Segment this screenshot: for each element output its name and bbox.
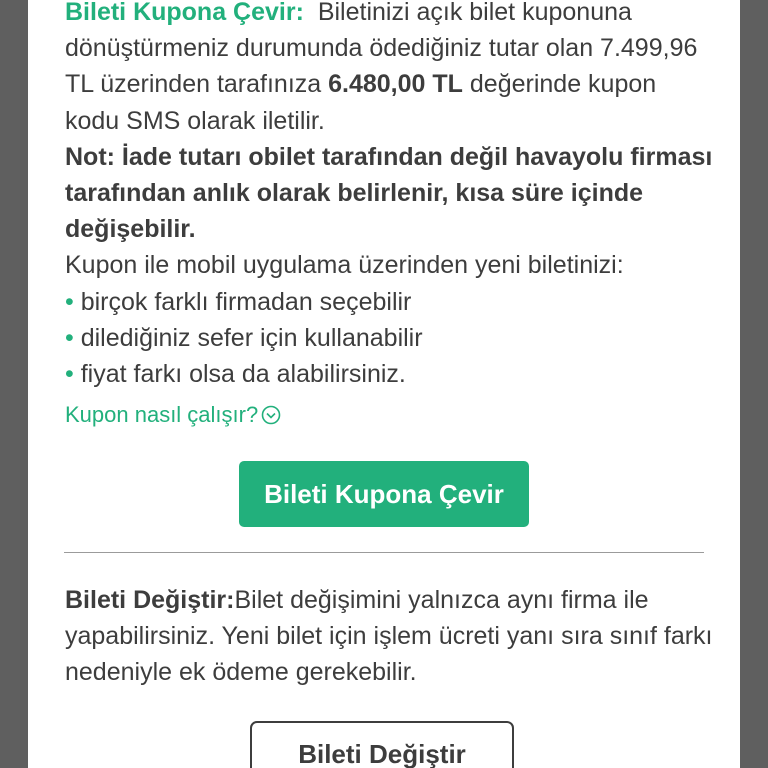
change-title: Bileti Değiştir: <box>65 586 235 614</box>
bullet-text: dilediğiniz sefer için kullanabilir <box>80 323 423 352</box>
convert-to-coupon-button[interactable]: Bileti Kupona Çevir <box>239 461 529 527</box>
options-card: Bileti Kupona Çevir: Biletinizi açık bil… <box>28 0 740 768</box>
bullet-text: fiyat farkı olsa da alabilirsiniz. <box>80 360 406 389</box>
chevron-down-circle-icon <box>261 405 281 425</box>
coupon-amount: 6.480,00 TL <box>328 70 463 99</box>
coupon-intro: Kupon ile mobil uygulama üzerinden yeni … <box>65 251 624 280</box>
coupon-title: Bileti Kupona Çevir: <box>65 0 304 26</box>
coupon-description: Bileti Kupona Çevir: Biletinizi açık bil… <box>65 0 715 139</box>
change-section: Bileti Değiştir:Bilet değişimini yalnızc… <box>65 582 715 691</box>
bullet-dot: • <box>65 323 74 352</box>
bullet-dot: • <box>65 287 74 316</box>
coupon-note: Not: İade tutarı obilet tarafından değil… <box>65 142 713 244</box>
change-ticket-button[interactable]: Bileti Değiştir <box>250 721 514 768</box>
how-coupon-works-link[interactable]: Kupon nasıl çalışır? <box>65 402 281 428</box>
list-item: • birçok farklı firmadan seçebilir <box>65 284 715 320</box>
divider <box>64 552 704 553</box>
list-item: • dilediğiniz sefer için kullanabilir <box>65 320 715 356</box>
how-coupon-works-label: Kupon nasıl çalışır? <box>65 402 259 427</box>
bullet-dot: • <box>65 360 74 389</box>
list-item: • fiyat farkı olsa da alabilirsiniz. <box>65 356 715 392</box>
change-description: Bileti Değiştir:Bilet değişimini yalnızc… <box>65 582 715 691</box>
bullet-text: birçok farklı firmadan seçebilir <box>80 287 412 316</box>
coupon-section: Bileti Kupona Çevir: Biletinizi açık bil… <box>65 0 715 392</box>
